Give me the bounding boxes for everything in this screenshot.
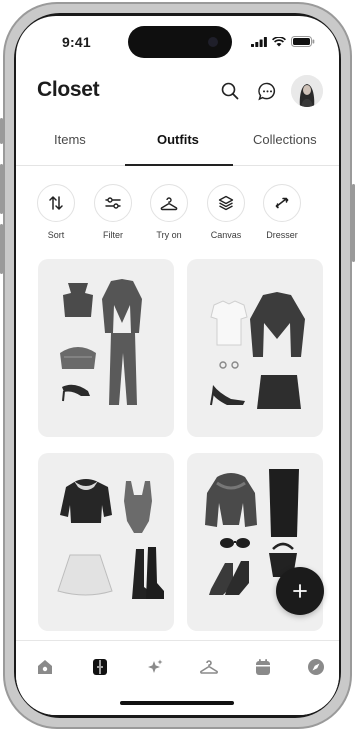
dresser-label: Dresser xyxy=(266,230,298,240)
compass-icon xyxy=(308,659,324,675)
dresser-button[interactable]: Dresser xyxy=(260,184,304,240)
heels-icon xyxy=(62,384,90,402)
earrings-icon xyxy=(219,361,239,369)
nav-explore[interactable] xyxy=(306,657,326,677)
try-on-label: Try on xyxy=(156,230,182,240)
nav-discover[interactable] xyxy=(145,657,165,677)
chat-bubble-icon xyxy=(257,82,275,100)
plus-icon xyxy=(293,584,307,598)
hanger-icon xyxy=(200,660,218,674)
crop-top-icon xyxy=(63,283,93,317)
messages-button[interactable] xyxy=(256,80,278,102)
sparkle-icon xyxy=(148,659,163,673)
battery-icon xyxy=(291,36,315,47)
tab-collections[interactable]: Collections xyxy=(253,132,317,147)
tab-outfits[interactable]: Outfits xyxy=(157,132,199,147)
page-title: Closet xyxy=(37,78,100,101)
boots-icon xyxy=(209,561,249,595)
wardrobe-icon xyxy=(93,659,107,675)
home-icon xyxy=(38,660,52,674)
clutch-bag-icon xyxy=(60,347,96,369)
volume-down-button xyxy=(0,224,3,274)
filter-label: Filter xyxy=(103,230,123,240)
bodysuit-icon xyxy=(124,481,152,533)
outfit-card-2[interactable] xyxy=(187,259,323,437)
nav-try-on[interactable] xyxy=(199,657,219,677)
nav-wardrobe[interactable] xyxy=(90,657,110,677)
search-icon xyxy=(221,82,239,100)
nav-home[interactable] xyxy=(35,657,55,677)
nav-calendar[interactable] xyxy=(253,657,273,677)
tab-bar: Items Outfits Collections xyxy=(16,128,339,166)
canvas-button[interactable]: Canvas xyxy=(204,184,248,240)
hanger-icon xyxy=(160,196,178,210)
mute-switch xyxy=(0,118,3,144)
profile-photo-icon xyxy=(291,75,323,107)
outfit-card-3[interactable] xyxy=(38,453,174,631)
trousers-icon xyxy=(109,333,137,405)
calendar-icon xyxy=(256,659,270,675)
t-shirt-icon xyxy=(210,300,248,346)
outfit-card-1[interactable] xyxy=(38,259,174,437)
tab-items[interactable]: Items xyxy=(54,132,86,147)
wifi-icon xyxy=(272,36,286,46)
blazer-icon xyxy=(102,279,142,333)
heels-icon xyxy=(210,385,245,406)
search-button[interactable] xyxy=(219,80,241,102)
cellular-signal-icon xyxy=(251,36,267,47)
sort-button[interactable]: Sort xyxy=(34,184,78,240)
sort-arrows-icon xyxy=(49,196,63,210)
status-icons xyxy=(251,36,315,47)
home-indicator xyxy=(120,701,234,705)
skirt-icon xyxy=(257,375,301,409)
try-on-button[interactable]: Try on xyxy=(147,184,191,240)
add-outfit-button[interactable] xyxy=(276,567,324,615)
status-bar: 9:41 xyxy=(16,16,339,66)
canvas-label: Canvas xyxy=(210,230,242,240)
filter-sliders-icon xyxy=(105,197,121,209)
pencil-skirt-icon xyxy=(269,469,299,537)
skirt-icon xyxy=(57,554,113,596)
jacket-icon xyxy=(60,479,112,523)
outfit-2-illustration xyxy=(210,292,305,409)
filter-button[interactable]: Filter xyxy=(91,184,135,240)
active-tab-indicator xyxy=(125,164,233,166)
boots-icon xyxy=(132,547,164,599)
blazer-icon xyxy=(250,292,305,357)
sort-label: Sort xyxy=(47,230,65,240)
fur-coat-icon xyxy=(205,473,257,527)
app-screen: 9:41 Closet Items Outfits Collections So… xyxy=(16,16,339,715)
layers-icon xyxy=(218,195,234,211)
outfit-1-illustration xyxy=(60,279,142,405)
volume-up-button xyxy=(0,164,3,214)
outfit-3-illustration xyxy=(57,479,164,599)
status-time: 9:41 xyxy=(62,34,91,50)
shuffle-arrows-icon xyxy=(275,197,289,209)
avatar[interactable] xyxy=(291,75,323,107)
sunglasses-icon xyxy=(220,538,250,548)
dynamic-island xyxy=(128,26,232,58)
